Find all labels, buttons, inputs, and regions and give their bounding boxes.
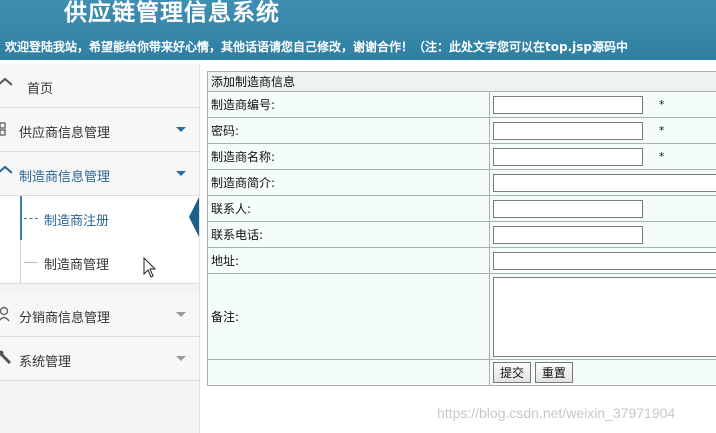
password-input[interactable] <box>493 121 643 140</box>
sidebar-item-supplier[interactable]: 供应商信息管理 <box>0 108 199 152</box>
required-mark: * <box>658 124 665 137</box>
sidebar-item-manufacturer[interactable]: 制造商信息管理 <box>0 152 199 196</box>
remarks-textarea[interactable] <box>493 277 716 357</box>
sidebar-item-label: 分销商信息管理 <box>19 311 111 326</box>
app-header: 供应链管理信息系统 欢迎登陆我站，希望能给你带来好心情，其他话语请您自己修改，谢… <box>0 0 716 60</box>
sidebar-item-label: 制造商信息管理 <box>19 170 111 185</box>
sidebar-subitem-label: 制造商管理 <box>44 258 110 273</box>
selected-indicator <box>189 197 199 237</box>
distributor-icon <box>0 306 10 322</box>
field-label: 备注: <box>207 273 490 360</box>
form-caption: 添加制造商信息 <box>207 71 716 92</box>
manufacturer-name-input[interactable] <box>493 147 643 166</box>
main-content: 添加制造商信息 制造商编号: * 密码: * 制造商名称: * 制造商简介: 联… <box>207 71 716 433</box>
sidebar-subitem-register[interactable]: 制造商注册 <box>0 196 199 240</box>
home-icon <box>0 77 12 86</box>
chevron-down-icon <box>176 356 186 361</box>
sidebar-item-label: 系统管理 <box>19 355 72 370</box>
sidebar-item-home[interactable]: 首页 <box>0 64 199 108</box>
address-input[interactable] <box>493 251 716 270</box>
sidebar-item-label: 供应商信息管理 <box>19 126 111 141</box>
welcome-marquee: 欢迎登陆我站，希望能给你带来好心情，其他话语请您自己修改，谢谢合作！（注：此处文… <box>5 40 628 54</box>
required-mark: * <box>658 98 665 111</box>
mouse-pointer-icon <box>143 257 157 278</box>
sidebar: 首页 供应商信息管理 制造商信息管理 制造商注册 制造商管理 分销商信息管理 系… <box>0 64 200 433</box>
sidebar-subitem-manage[interactable]: 制造商管理 <box>0 240 199 284</box>
field-label: 制造商名称: <box>207 143 490 170</box>
submit-button[interactable]: 提交 <box>493 362 532 383</box>
field-label: 制造商简介: <box>207 169 490 196</box>
required-mark: * <box>658 150 665 163</box>
field-label: 制造商编号: <box>207 91 490 118</box>
watermark: https://blog.csdn.net/weixin_37971904 <box>437 405 676 421</box>
tree-connector <box>24 218 38 219</box>
field-label: 地址: <box>207 247 490 274</box>
chevron-down-icon <box>176 312 186 317</box>
chevron-down-icon <box>176 127 186 132</box>
field-label: 密码: <box>207 117 490 144</box>
app-title: 供应链管理信息系统 <box>64 0 280 26</box>
sidebar-item-distributor[interactable]: 分销商信息管理 <box>0 293 199 337</box>
chevron-down-icon <box>176 171 186 176</box>
sidebar-item-system[interactable]: 系统管理 <box>0 337 199 381</box>
contact-phone-input[interactable] <box>493 225 643 244</box>
field-label: 联系电话: <box>207 221 490 248</box>
button-row-spacer <box>207 359 490 386</box>
contact-person-input[interactable] <box>493 199 643 218</box>
field-label: 联系人: <box>207 195 490 222</box>
add-manufacturer-form: 添加制造商信息 制造商编号: * 密码: * 制造商名称: * 制造商简介: 联… <box>207 71 716 386</box>
tree-connector <box>24 262 38 263</box>
manufacturer-icon <box>0 165 12 174</box>
wrench-icon <box>0 350 12 365</box>
sidebar-item-label: 首页 <box>27 82 54 97</box>
sidebar-subitem-label: 制造商注册 <box>44 214 110 229</box>
supplier-icon <box>0 122 6 136</box>
manufacturer-id-input[interactable] <box>493 95 643 114</box>
tree-line-active <box>20 196 22 240</box>
reset-button[interactable]: 重置 <box>534 362 573 383</box>
manufacturer-intro-input[interactable] <box>493 173 716 192</box>
